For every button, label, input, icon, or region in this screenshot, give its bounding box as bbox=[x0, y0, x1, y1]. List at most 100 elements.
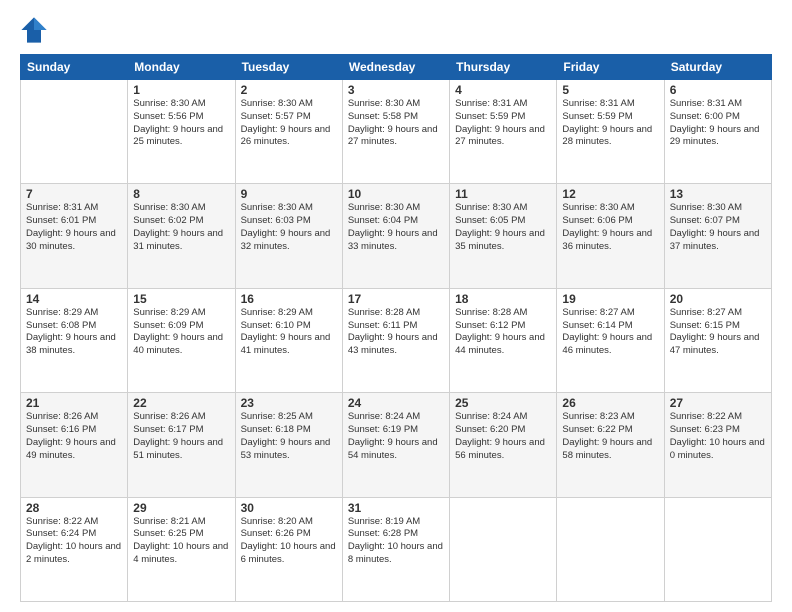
weekday-header: Monday bbox=[128, 55, 235, 80]
day-info: Sunrise: 8:30 AM Sunset: 6:06 PM Dayligh… bbox=[562, 202, 658, 253]
day-info: Sunrise: 8:30 AM Sunset: 5:57 PM Dayligh… bbox=[241, 98, 337, 149]
sunrise-label: Sunrise: 8:31 AM bbox=[455, 98, 527, 109]
daylight-label: Daylight: 9 hours and 35 minutes. bbox=[455, 228, 545, 252]
weekday-header: Saturday bbox=[664, 55, 771, 80]
day-number: 4 bbox=[455, 83, 551, 97]
calendar-cell: 23 Sunrise: 8:25 AM Sunset: 6:18 PM Dayl… bbox=[235, 393, 342, 497]
sunset-label: Sunset: 6:11 PM bbox=[348, 320, 418, 331]
calendar-cell bbox=[664, 497, 771, 601]
day-number: 14 bbox=[26, 292, 122, 306]
day-info: Sunrise: 8:27 AM Sunset: 6:14 PM Dayligh… bbox=[562, 307, 658, 358]
day-number: 7 bbox=[26, 187, 122, 201]
sunset-label: Sunset: 5:56 PM bbox=[133, 111, 203, 122]
calendar-week-row: 14 Sunrise: 8:29 AM Sunset: 6:08 PM Dayl… bbox=[21, 288, 772, 392]
day-info: Sunrise: 8:25 AM Sunset: 6:18 PM Dayligh… bbox=[241, 411, 337, 462]
day-info: Sunrise: 8:29 AM Sunset: 6:10 PM Dayligh… bbox=[241, 307, 337, 358]
calendar-cell: 28 Sunrise: 8:22 AM Sunset: 6:24 PM Dayl… bbox=[21, 497, 128, 601]
daylight-label: Daylight: 9 hours and 47 minutes. bbox=[670, 332, 760, 356]
day-number: 18 bbox=[455, 292, 551, 306]
day-info: Sunrise: 8:30 AM Sunset: 6:05 PM Dayligh… bbox=[455, 202, 551, 253]
sunrise-label: Sunrise: 8:30 AM bbox=[562, 202, 634, 213]
daylight-label: Daylight: 10 hours and 0 minutes. bbox=[670, 437, 765, 461]
daylight-label: Daylight: 9 hours and 29 minutes. bbox=[670, 124, 760, 148]
calendar-cell: 16 Sunrise: 8:29 AM Sunset: 6:10 PM Dayl… bbox=[235, 288, 342, 392]
sunset-label: Sunset: 6:20 PM bbox=[455, 424, 525, 435]
logo bbox=[20, 16, 52, 44]
day-number: 30 bbox=[241, 501, 337, 515]
sunset-label: Sunset: 6:01 PM bbox=[26, 215, 96, 226]
daylight-label: Daylight: 9 hours and 53 minutes. bbox=[241, 437, 331, 461]
day-number: 1 bbox=[133, 83, 229, 97]
calendar-cell: 12 Sunrise: 8:30 AM Sunset: 6:06 PM Dayl… bbox=[557, 184, 664, 288]
daylight-label: Daylight: 9 hours and 40 minutes. bbox=[133, 332, 223, 356]
daylight-label: Daylight: 9 hours and 26 minutes. bbox=[241, 124, 331, 148]
calendar-cell: 7 Sunrise: 8:31 AM Sunset: 6:01 PM Dayli… bbox=[21, 184, 128, 288]
daylight-label: Daylight: 9 hours and 44 minutes. bbox=[455, 332, 545, 356]
sunrise-label: Sunrise: 8:24 AM bbox=[455, 411, 527, 422]
sunrise-label: Sunrise: 8:30 AM bbox=[455, 202, 527, 213]
day-info: Sunrise: 8:31 AM Sunset: 5:59 PM Dayligh… bbox=[562, 98, 658, 149]
sunset-label: Sunset: 6:16 PM bbox=[26, 424, 96, 435]
sunrise-label: Sunrise: 8:31 AM bbox=[670, 98, 742, 109]
daylight-label: Daylight: 9 hours and 46 minutes. bbox=[562, 332, 652, 356]
sunrise-label: Sunrise: 8:30 AM bbox=[133, 98, 205, 109]
calendar-cell: 11 Sunrise: 8:30 AM Sunset: 6:05 PM Dayl… bbox=[450, 184, 557, 288]
daylight-label: Daylight: 9 hours and 54 minutes. bbox=[348, 437, 438, 461]
calendar-cell: 2 Sunrise: 8:30 AM Sunset: 5:57 PM Dayli… bbox=[235, 80, 342, 184]
day-number: 29 bbox=[133, 501, 229, 515]
calendar-cell: 1 Sunrise: 8:30 AM Sunset: 5:56 PM Dayli… bbox=[128, 80, 235, 184]
sunset-label: Sunset: 6:03 PM bbox=[241, 215, 311, 226]
sunrise-label: Sunrise: 8:29 AM bbox=[133, 307, 205, 318]
calendar-cell: 22 Sunrise: 8:26 AM Sunset: 6:17 PM Dayl… bbox=[128, 393, 235, 497]
daylight-label: Daylight: 9 hours and 33 minutes. bbox=[348, 228, 438, 252]
daylight-label: Daylight: 9 hours and 51 minutes. bbox=[133, 437, 223, 461]
day-info: Sunrise: 8:29 AM Sunset: 6:09 PM Dayligh… bbox=[133, 307, 229, 358]
calendar-cell bbox=[557, 497, 664, 601]
sunset-label: Sunset: 6:06 PM bbox=[562, 215, 632, 226]
sunrise-label: Sunrise: 8:26 AM bbox=[133, 411, 205, 422]
weekday-header: Sunday bbox=[21, 55, 128, 80]
calendar-cell bbox=[450, 497, 557, 601]
sunset-label: Sunset: 6:14 PM bbox=[562, 320, 632, 331]
calendar-cell: 9 Sunrise: 8:30 AM Sunset: 6:03 PM Dayli… bbox=[235, 184, 342, 288]
day-info: Sunrise: 8:24 AM Sunset: 6:19 PM Dayligh… bbox=[348, 411, 444, 462]
calendar-cell: 3 Sunrise: 8:30 AM Sunset: 5:58 PM Dayli… bbox=[342, 80, 449, 184]
sunset-label: Sunset: 6:15 PM bbox=[670, 320, 740, 331]
day-number: 23 bbox=[241, 396, 337, 410]
daylight-label: Daylight: 9 hours and 36 minutes. bbox=[562, 228, 652, 252]
calendar-cell: 18 Sunrise: 8:28 AM Sunset: 6:12 PM Dayl… bbox=[450, 288, 557, 392]
calendar-cell: 5 Sunrise: 8:31 AM Sunset: 5:59 PM Dayli… bbox=[557, 80, 664, 184]
sunset-label: Sunset: 5:59 PM bbox=[455, 111, 525, 122]
calendar-cell: 14 Sunrise: 8:29 AM Sunset: 6:08 PM Dayl… bbox=[21, 288, 128, 392]
sunrise-label: Sunrise: 8:26 AM bbox=[26, 411, 98, 422]
sunrise-label: Sunrise: 8:30 AM bbox=[241, 202, 313, 213]
daylight-label: Daylight: 10 hours and 8 minutes. bbox=[348, 541, 443, 565]
calendar-cell: 8 Sunrise: 8:30 AM Sunset: 6:02 PM Dayli… bbox=[128, 184, 235, 288]
sunset-label: Sunset: 6:12 PM bbox=[455, 320, 525, 331]
sunset-label: Sunset: 6:17 PM bbox=[133, 424, 203, 435]
sunrise-label: Sunrise: 8:30 AM bbox=[241, 98, 313, 109]
day-info: Sunrise: 8:29 AM Sunset: 6:08 PM Dayligh… bbox=[26, 307, 122, 358]
calendar-week-row: 21 Sunrise: 8:26 AM Sunset: 6:16 PM Dayl… bbox=[21, 393, 772, 497]
calendar-week-row: 7 Sunrise: 8:31 AM Sunset: 6:01 PM Dayli… bbox=[21, 184, 772, 288]
sunrise-label: Sunrise: 8:29 AM bbox=[26, 307, 98, 318]
sunrise-label: Sunrise: 8:23 AM bbox=[562, 411, 634, 422]
weekday-header: Friday bbox=[557, 55, 664, 80]
calendar-cell: 26 Sunrise: 8:23 AM Sunset: 6:22 PM Dayl… bbox=[557, 393, 664, 497]
calendar-cell bbox=[21, 80, 128, 184]
day-info: Sunrise: 8:28 AM Sunset: 6:12 PM Dayligh… bbox=[455, 307, 551, 358]
sunset-label: Sunset: 6:28 PM bbox=[348, 528, 418, 539]
calendar-table: SundayMondayTuesdayWednesdayThursdayFrid… bbox=[20, 54, 772, 602]
day-number: 21 bbox=[26, 396, 122, 410]
day-number: 10 bbox=[348, 187, 444, 201]
sunset-label: Sunset: 6:24 PM bbox=[26, 528, 96, 539]
day-number: 24 bbox=[348, 396, 444, 410]
calendar-cell: 19 Sunrise: 8:27 AM Sunset: 6:14 PM Dayl… bbox=[557, 288, 664, 392]
sunrise-label: Sunrise: 8:31 AM bbox=[26, 202, 98, 213]
sunset-label: Sunset: 6:22 PM bbox=[562, 424, 632, 435]
sunrise-label: Sunrise: 8:22 AM bbox=[26, 516, 98, 527]
day-info: Sunrise: 8:26 AM Sunset: 6:17 PM Dayligh… bbox=[133, 411, 229, 462]
day-number: 8 bbox=[133, 187, 229, 201]
sunrise-label: Sunrise: 8:30 AM bbox=[133, 202, 205, 213]
day-number: 31 bbox=[348, 501, 444, 515]
